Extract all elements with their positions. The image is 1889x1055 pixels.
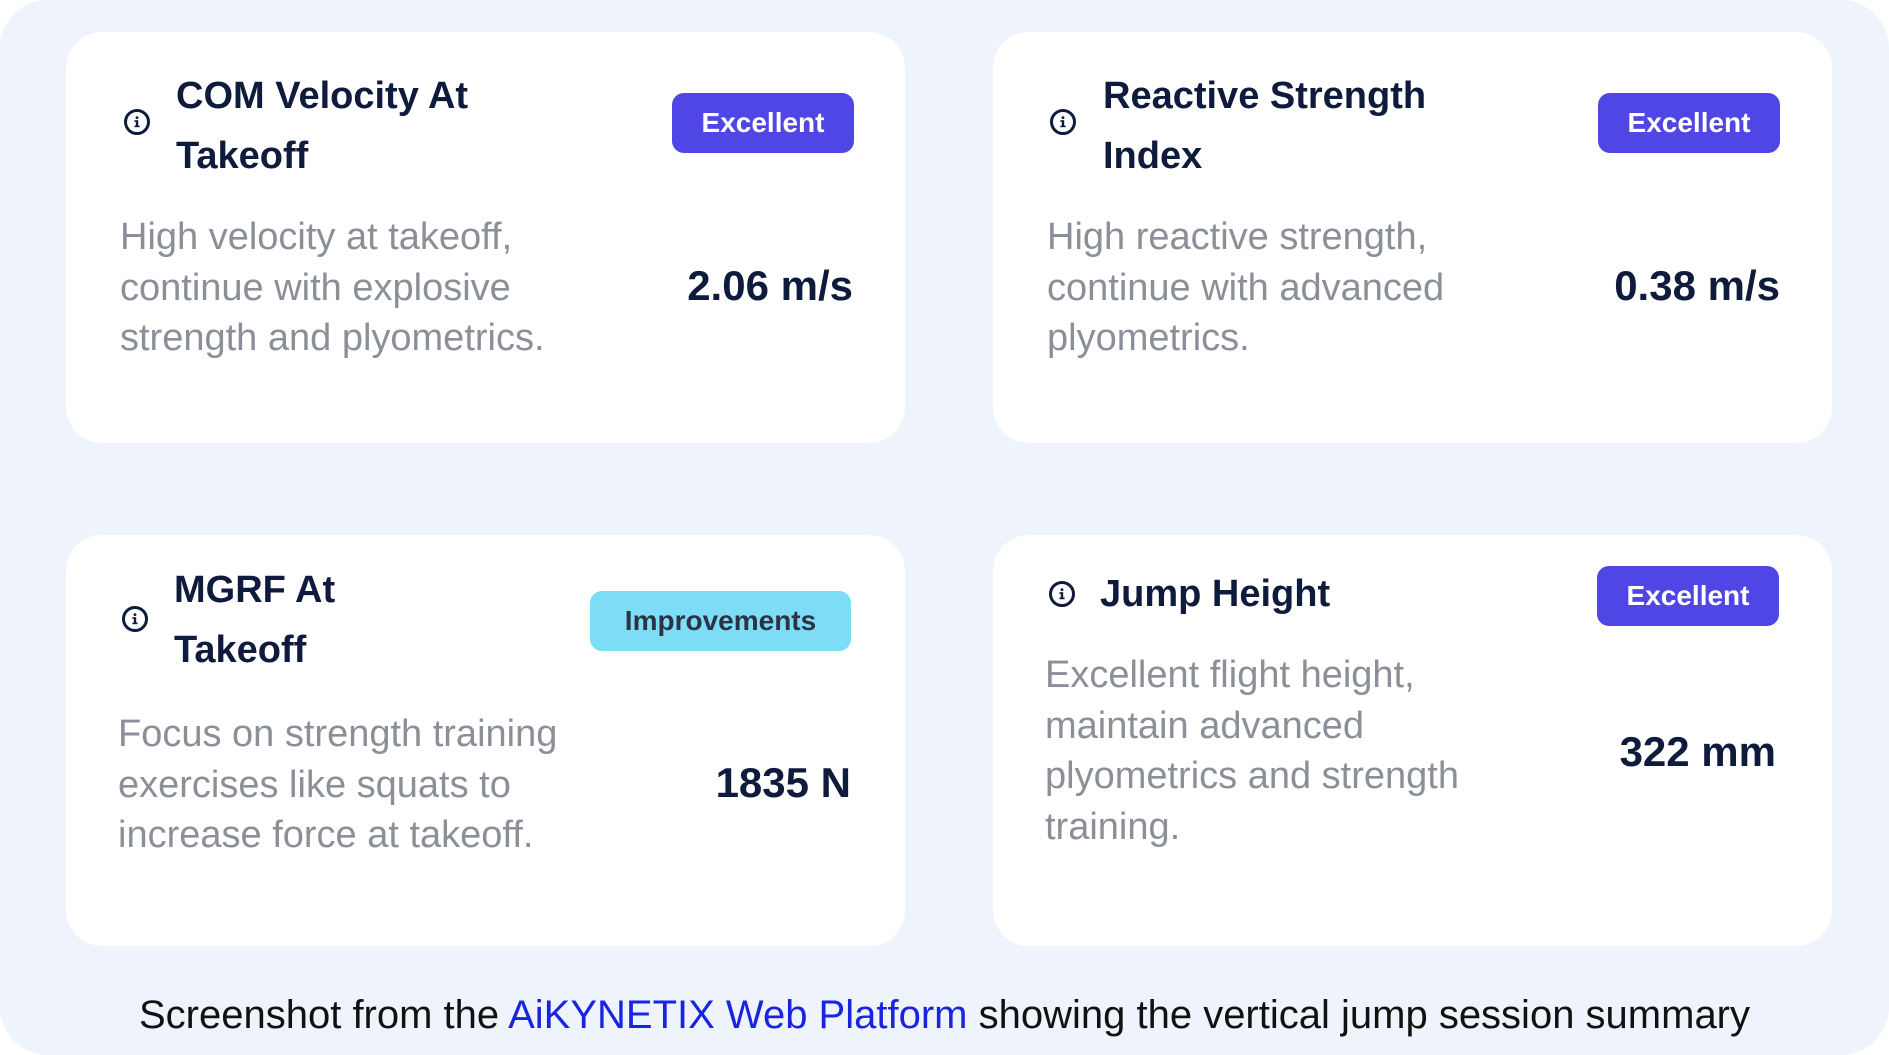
info-icon[interactable] [122,606,148,632]
metric-description: High velocity at takeoff, continue with … [120,216,545,359]
info-icon[interactable] [124,109,150,135]
info-icon[interactable] [1049,581,1075,607]
status-badge: Excellent [1598,93,1780,153]
metric-title: Jump Height [1100,573,1331,615]
summary-frame: COM Velocity At Takeoff Excellent High v… [0,0,1889,1055]
platform-link[interactable]: AiKYNETIX Web Platform [508,993,967,1037]
status-badge: Excellent [672,93,854,153]
status-badge: Improvements [590,591,851,651]
status-badge: Excellent [1597,566,1779,626]
metric-value: 2.06 m/s [687,262,853,309]
metric-description: High reactive strength, continue with ad… [1047,216,1445,359]
info-icon[interactable] [1050,109,1076,135]
metric-value: 1835 N [715,759,851,806]
caption-prefix: Screenshot from the [138,993,509,1037]
metric-value: 322 mm [1619,728,1776,775]
caption: Screenshot from the AiKYNETIX Web Platfo… [0,990,1889,1040]
metric-title: MGRF At Takeoff [174,569,336,671]
metric-card-jump-height: Jump Height Excellent Excellent flight h… [993,535,1832,946]
metric-card-reactive-strength: Reactive Strength Index Excellent High r… [993,32,1832,443]
metric-card-com-velocity: COM Velocity At Takeoff Excellent High v… [66,32,905,443]
caption-suffix: showing the vertical jump session summar… [967,993,1751,1037]
metric-title: COM Velocity At Takeoff [176,75,469,177]
metric-title: Reactive Strength Index [1103,75,1427,177]
metric-card-mgrf: MGRF At Takeoff Improvements Focus on st… [66,535,905,946]
metric-value: 0.38 m/s [1614,262,1780,309]
metric-description: Excellent flight height, maintain advanc… [1045,654,1459,848]
metric-description: Focus on strength training exercises lik… [118,713,558,856]
